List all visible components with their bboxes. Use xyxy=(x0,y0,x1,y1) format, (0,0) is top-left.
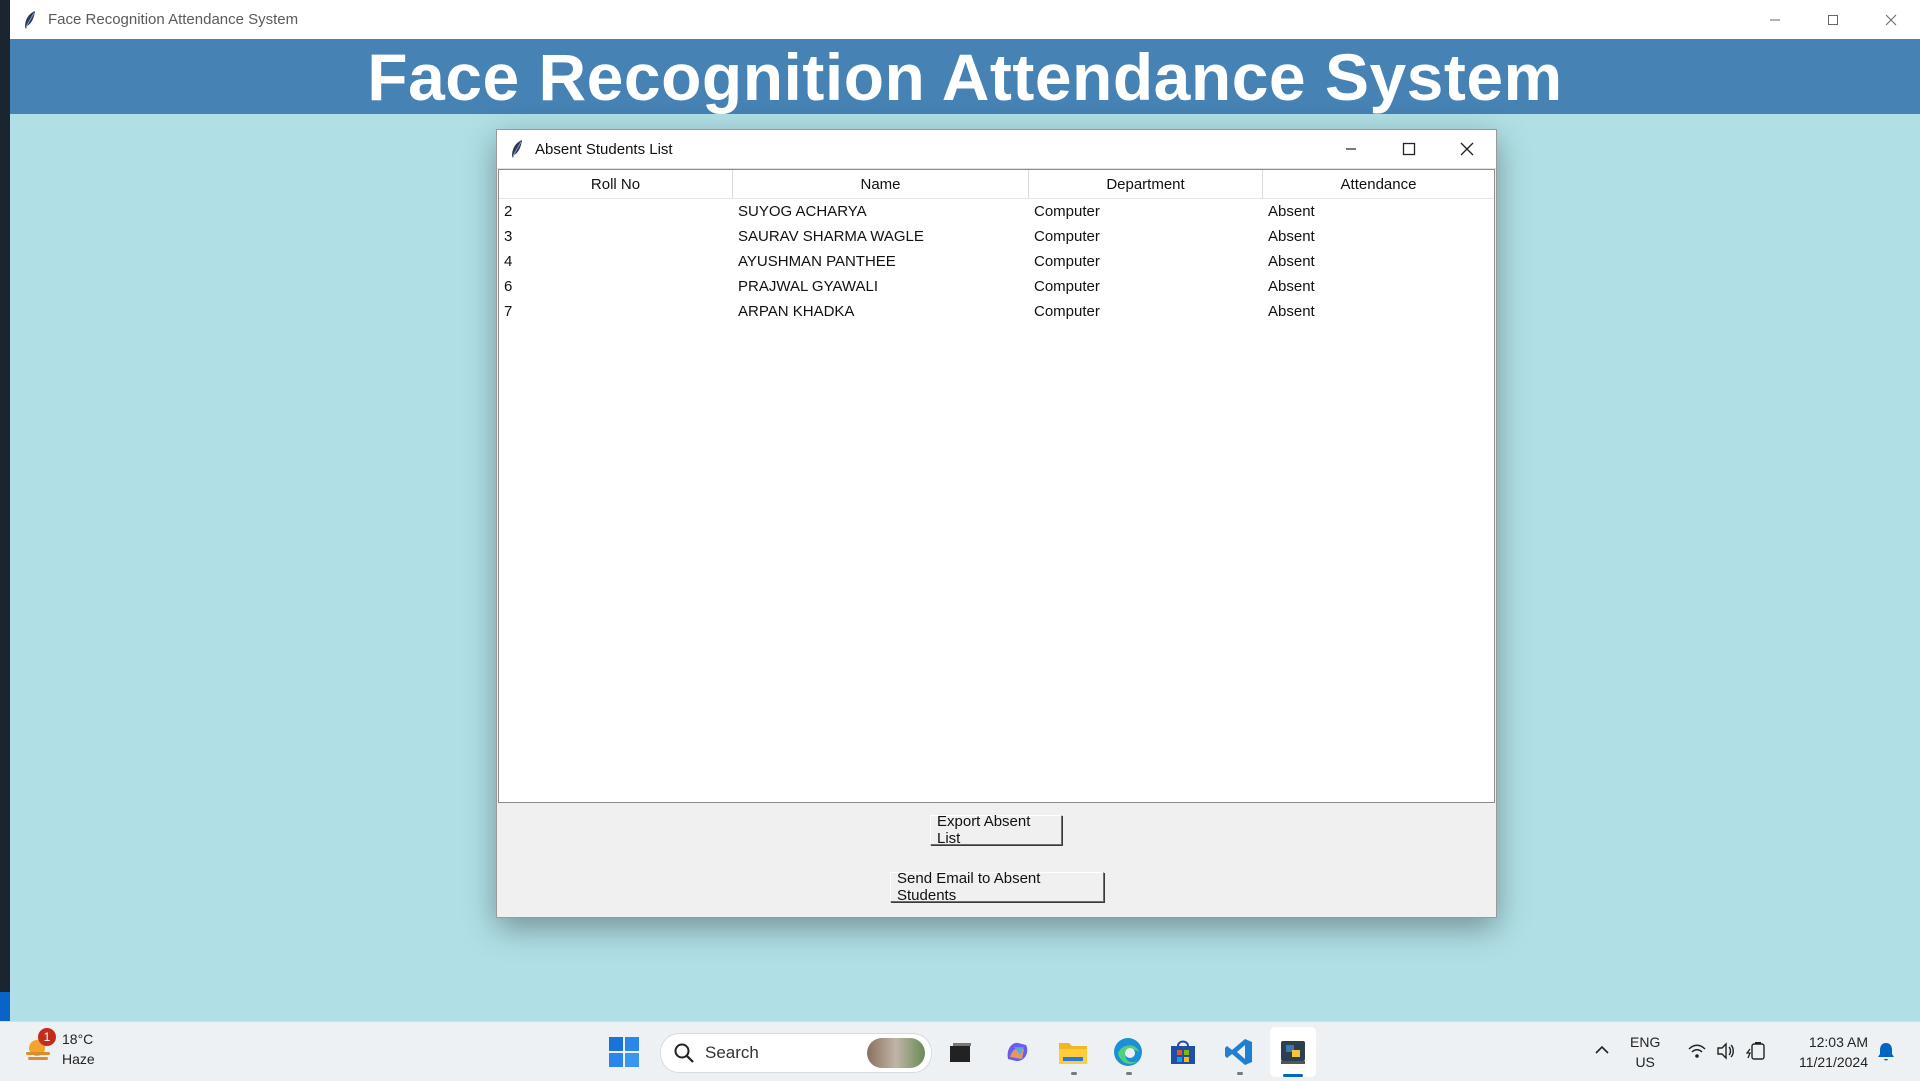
cell-name: SAURAV SHARMA WAGLE xyxy=(738,228,924,245)
table-row[interactable]: 4 AYUSHMAN PANTHEE Computer Absent xyxy=(499,249,1494,274)
table-row[interactable]: 3 SAURAV SHARMA WAGLE Computer Absent xyxy=(499,224,1494,249)
cell-attendance: Absent xyxy=(1268,303,1315,320)
clock-time: 12:03 AM xyxy=(1808,1034,1868,1050)
weather-alert-badge: 1 xyxy=(38,1028,56,1046)
cell-attendance: Absent xyxy=(1268,203,1315,220)
dialog-maximize-button[interactable] xyxy=(1380,130,1438,168)
dialog-titlebar: Absent Students List xyxy=(497,130,1496,169)
dialog-title: Absent Students List xyxy=(535,140,673,158)
vscode-icon[interactable] xyxy=(1222,1035,1256,1069)
cell-name: ARPAN KHADKA xyxy=(738,303,855,320)
column-header-attendance[interactable]: Attendance xyxy=(1263,170,1494,198)
app-heading: Face Recognition Attendance System xyxy=(367,39,1563,114)
cell-name: SUYOG ACHARYA xyxy=(738,203,867,220)
cell-department: Computer xyxy=(1034,278,1100,295)
minimize-button[interactable] xyxy=(1746,0,1804,39)
copilot-icon[interactable] xyxy=(1000,1035,1034,1069)
dialog-minimize-button[interactable] xyxy=(1322,130,1380,168)
maximize-icon xyxy=(1828,14,1838,25)
send-email-button[interactable]: Send Email to Absent Students xyxy=(890,870,1104,904)
close-icon xyxy=(1885,14,1897,25)
column-header-department[interactable]: Department xyxy=(1029,170,1263,198)
notification-bell-icon[interactable] xyxy=(1875,1040,1897,1062)
close-icon xyxy=(1460,142,1474,156)
cell-department: Computer xyxy=(1034,303,1100,320)
taskbar: 1 18°C Haze Search ENG US 12:03 AM 11/21… xyxy=(0,1021,1920,1081)
cell-department: Computer xyxy=(1034,228,1100,245)
search-highlight-image xyxy=(867,1038,925,1068)
feather-icon xyxy=(512,140,522,158)
absent-students-dialog: Absent Students List Roll No Name Depart… xyxy=(496,129,1497,918)
cell-department: Computer xyxy=(1034,203,1100,220)
taskbar-search[interactable]: Search xyxy=(660,1033,932,1073)
export-absent-list-button[interactable]: Export Absent List xyxy=(930,813,1062,847)
language-code: ENG xyxy=(1630,1034,1661,1050)
start-button[interactable] xyxy=(608,1036,640,1068)
edge-icon[interactable] xyxy=(1111,1035,1145,1069)
task-view-icon[interactable] xyxy=(943,1035,977,1069)
running-indicator xyxy=(1071,1072,1077,1075)
cell-roll-no: 3 xyxy=(504,228,513,245)
wifi-icon[interactable] xyxy=(1686,1040,1708,1062)
main-titlebar: Face Recognition Attendance System xyxy=(10,0,1920,39)
store-icon[interactable] xyxy=(1166,1035,1200,1069)
running-indicator xyxy=(1126,1072,1132,1075)
app-banner: Face Recognition Attendance System xyxy=(10,39,1920,114)
cell-roll-no: 7 xyxy=(504,303,513,320)
column-header-roll-no[interactable]: Roll No xyxy=(499,170,733,198)
column-header-name[interactable]: Name xyxy=(733,170,1029,198)
close-button[interactable] xyxy=(1862,0,1920,39)
cell-department: Computer xyxy=(1034,253,1100,270)
table-row[interactable]: 6 PRAJWAL GYAWALI Computer Absent xyxy=(499,274,1494,299)
system-clock[interactable]: 12:03 AM 11/21/2024 xyxy=(1784,1032,1868,1072)
haze-weather-icon: 1 xyxy=(22,1028,56,1066)
absent-students-table[interactable]: Roll No Name Department Attendance 2 SUY… xyxy=(498,169,1495,803)
clock-date: 11/21/2024 xyxy=(1798,1054,1868,1070)
weather-widget[interactable]: 1 18°C Haze xyxy=(22,1028,95,1069)
maximize-icon xyxy=(1402,142,1416,156)
search-placeholder: Search xyxy=(705,1043,759,1062)
cell-attendance: Absent xyxy=(1268,253,1315,270)
search-icon xyxy=(674,1043,694,1063)
table-row[interactable]: 2 SUYOG ACHARYA Computer Absent xyxy=(499,199,1494,224)
windows-start-icon xyxy=(609,1037,639,1067)
cell-attendance: Absent xyxy=(1268,228,1315,245)
minimize-icon xyxy=(1346,148,1356,150)
language-indicator[interactable]: ENG US xyxy=(1630,1032,1660,1072)
file-explorer-icon[interactable] xyxy=(1056,1035,1090,1069)
maximize-button[interactable] xyxy=(1804,0,1862,39)
volume-icon[interactable] xyxy=(1715,1040,1737,1062)
desktop-edge xyxy=(0,0,10,1021)
cell-attendance: Absent xyxy=(1268,278,1315,295)
cell-roll-no: 6 xyxy=(504,278,513,295)
minimize-icon xyxy=(1770,19,1780,20)
active-app-indicator xyxy=(1283,1074,1303,1077)
desktop-edge-accent xyxy=(0,992,10,1021)
weather-condition: Haze xyxy=(62,1051,95,1067)
cell-roll-no: 4 xyxy=(504,253,513,270)
cell-name: PRAJWAL GYAWALI xyxy=(738,278,879,295)
dialog-close-button[interactable] xyxy=(1438,130,1496,168)
keyboard-region: US xyxy=(1635,1054,1655,1070)
table-header: Roll No Name Department Attendance xyxy=(499,170,1494,199)
cell-name: AYUSHMAN PANTHEE xyxy=(738,253,896,270)
feather-icon xyxy=(25,10,35,29)
battery-charging-icon[interactable] xyxy=(1745,1040,1768,1062)
running-indicator xyxy=(1237,1072,1243,1075)
python-icon[interactable] xyxy=(1276,1035,1310,1069)
table-row[interactable]: 7 ARPAN KHADKA Computer Absent xyxy=(499,299,1494,324)
cell-roll-no: 2 xyxy=(504,203,513,220)
weather-temperature: 18°C xyxy=(62,1031,94,1047)
window-title: Face Recognition Attendance System xyxy=(48,11,299,28)
chevron-up-icon[interactable] xyxy=(1592,1040,1612,1060)
